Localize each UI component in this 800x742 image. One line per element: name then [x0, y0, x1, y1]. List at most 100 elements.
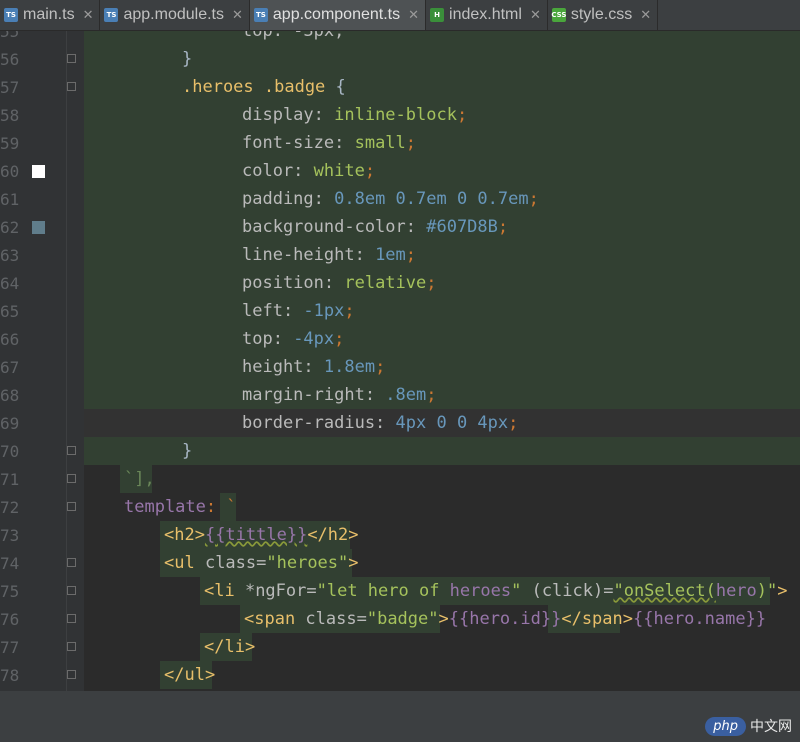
- css-property: height:: [242, 357, 324, 377]
- watermark-text: 中文网: [750, 719, 792, 735]
- code-line: 76 <span class="badge">{{hero.id}}</span…: [0, 605, 800, 633]
- code-text: `],: [124, 469, 155, 489]
- css-property: display:: [242, 105, 335, 125]
- html-tag: </ul>: [164, 665, 216, 685]
- code-text: ;: [508, 413, 519, 433]
- html-attr-value: )": [756, 581, 778, 601]
- html-attr-value: ": [511, 581, 522, 601]
- code-editor[interactable]: 55 top: -3px; 56 } 57 .heroes .badge { 5…: [0, 31, 800, 691]
- fold-marker-icon[interactable]: [67, 670, 76, 679]
- code-line: 56 }: [0, 45, 800, 73]
- close-icon[interactable]: ✕: [530, 8, 541, 23]
- css-property: line-height:: [242, 245, 376, 265]
- close-icon[interactable]: ✕: [83, 8, 94, 23]
- html-tag: <h2>: [164, 525, 205, 545]
- code-line: 61 padding: 0.8em 0.7em 0 0.7em;: [0, 185, 800, 213]
- line-number: 64: [0, 274, 20, 293]
- css-value: white: [313, 161, 365, 181]
- line-number: 55: [0, 31, 20, 41]
- css-selector: .heroes .badge: [182, 77, 326, 97]
- line-number: 60: [0, 162, 20, 181]
- fold-marker-icon[interactable]: [67, 502, 76, 511]
- code-line: 74 <ul class="heroes">: [0, 549, 800, 577]
- css-region: [84, 129, 800, 157]
- code-text: : `: [205, 497, 237, 517]
- tab-label: main.ts: [23, 6, 75, 23]
- code-text: top: -3px;: [242, 31, 345, 41]
- line-number: 63: [0, 246, 20, 265]
- interpolation: {{hero.name}}: [633, 609, 767, 629]
- fold-marker-icon[interactable]: [67, 474, 76, 483]
- code-line: 68 margin-right: .8em;: [0, 381, 800, 409]
- code-text: {: [325, 77, 346, 97]
- line-number: 77: [0, 638, 20, 657]
- css-region: [84, 353, 800, 381]
- fold-marker-icon[interactable]: [67, 614, 76, 623]
- css-property: background-color:: [242, 217, 427, 237]
- css-region: [84, 297, 800, 325]
- interpolation: {{tittle}}: [204, 525, 308, 545]
- line-number: 68: [0, 386, 20, 405]
- code-text: ;: [344, 301, 355, 321]
- close-icon[interactable]: ✕: [232, 8, 243, 23]
- tab-style-css[interactable]: CSS style.css ✕: [548, 0, 659, 30]
- code-text: ;: [405, 133, 417, 153]
- code-line: 62 background-color: #607D8B;: [0, 213, 800, 241]
- fold-marker-icon[interactable]: [67, 446, 76, 455]
- line-number: 67: [0, 358, 20, 377]
- code-line: 64 position: relative;: [0, 269, 800, 297]
- tab-main-ts[interactable]: TS main.ts ✕: [0, 0, 101, 30]
- tab-label: app.module.ts: [123, 6, 224, 23]
- fold-marker-icon[interactable]: [67, 54, 76, 63]
- code-text: }: [182, 441, 193, 461]
- line-number: 65: [0, 302, 20, 321]
- code-text: }: [182, 49, 193, 69]
- interpolation: {{hero.id}}: [448, 609, 562, 629]
- line-number: 71: [0, 470, 20, 489]
- code-line: 77 </li>: [0, 633, 800, 661]
- html-tag: <li: [204, 581, 245, 601]
- editor-tab-bar: TS main.ts ✕ TS app.module.ts ✕ TS app.c…: [0, 0, 800, 31]
- code-text: ;: [334, 329, 345, 349]
- tab-app-component-ts[interactable]: TS app.component.ts ✕: [249, 0, 427, 30]
- code-line: 60 color: white;: [0, 157, 800, 185]
- code-line-current: 69 border-radius: 4px 0 0 4px;: [0, 409, 800, 437]
- html-attr-value: "onSelect(: [613, 581, 716, 601]
- tab-label: index.html: [449, 6, 522, 23]
- tab-app-module-ts[interactable]: TS app.module.ts ✕: [100, 0, 250, 30]
- code-line: 71 `],: [0, 465, 800, 493]
- html-attr-value: "heroes": [266, 553, 349, 573]
- close-icon[interactable]: ✕: [640, 8, 651, 23]
- watermark: php 中文网: [705, 716, 792, 736]
- line-number: 66: [0, 330, 20, 349]
- line-number: 58: [0, 106, 20, 125]
- code-line: 63 line-height: 1em;: [0, 241, 800, 269]
- css-value: -4px: [293, 329, 335, 349]
- fold-marker-icon[interactable]: [67, 642, 76, 651]
- css-region: [84, 157, 800, 185]
- fold-marker-icon[interactable]: [67, 586, 76, 595]
- html-tag: </span>: [561, 609, 633, 629]
- css-property: color:: [242, 161, 314, 181]
- css-property: position:: [242, 273, 345, 293]
- html-tag: >: [348, 553, 359, 573]
- html-tag: <span: [244, 609, 306, 629]
- html-tag: </h2>: [307, 525, 359, 545]
- css-region: [84, 381, 800, 409]
- html-tag: >: [777, 581, 788, 601]
- html-attr: class=: [204, 553, 267, 573]
- color-swatch-icon[interactable]: [32, 221, 45, 234]
- css-value: .8em: [385, 385, 427, 405]
- code-line: 75 <li *ngFor="let hero of heroes" (clic…: [0, 577, 800, 605]
- tab-index-html[interactable]: H index.html ✕: [426, 0, 548, 30]
- css-value: -1px: [303, 301, 345, 321]
- line-number: 70: [0, 442, 20, 461]
- fold-marker-icon[interactable]: [67, 558, 76, 567]
- css-property: top:: [242, 329, 294, 349]
- fold-marker-icon[interactable]: [67, 82, 76, 91]
- color-swatch-icon[interactable]: [32, 165, 45, 178]
- close-icon[interactable]: ✕: [408, 8, 419, 23]
- horizontal-scrollbar[interactable]: php 中文网: [0, 691, 800, 742]
- css-region: [84, 325, 800, 353]
- line-number: 62: [0, 218, 20, 237]
